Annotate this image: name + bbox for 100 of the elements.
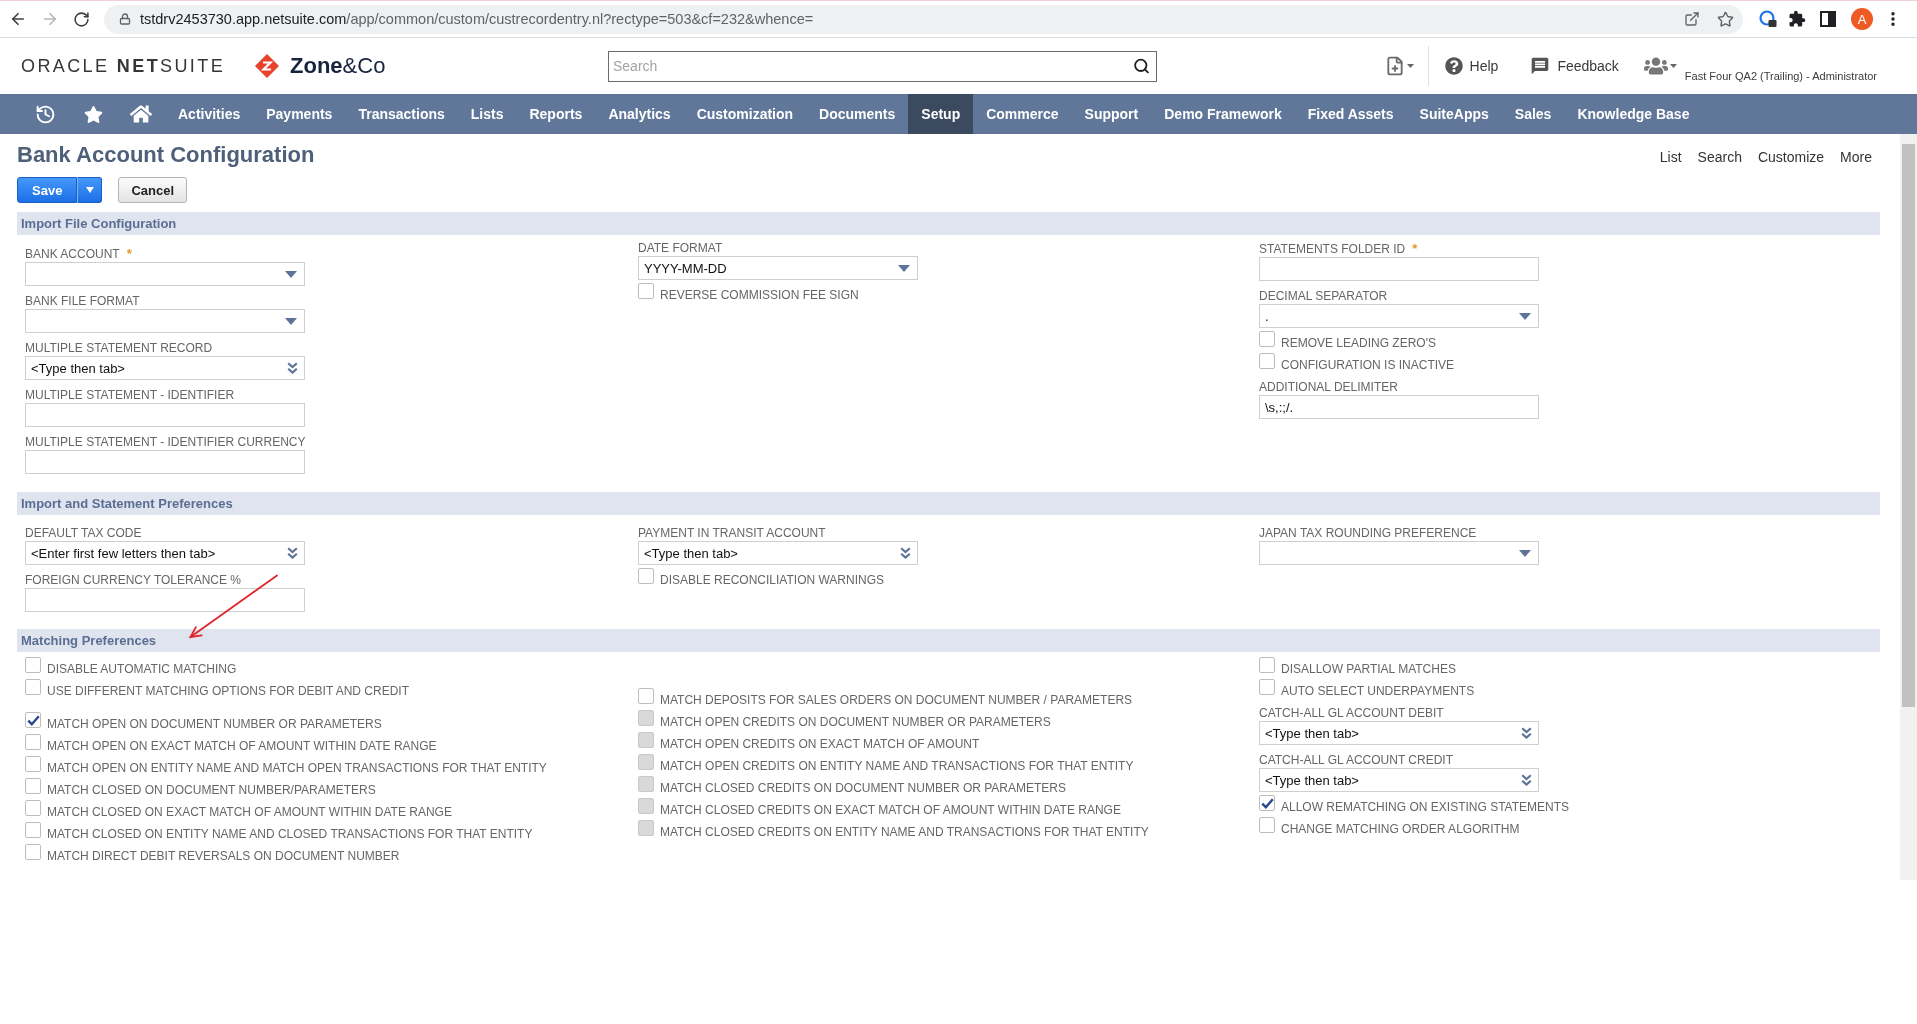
page-link[interactable]: Customize	[1757, 149, 1825, 165]
page-title: Bank Account Configuration	[17, 142, 315, 168]
caret-down-icon[interactable]	[1406, 64, 1414, 68]
nav-tab[interactable]: Reports	[516, 94, 596, 134]
checkbox[interactable]	[638, 568, 654, 584]
caret-down-icon	[898, 264, 910, 272]
nav-tab[interactable]: Customization	[683, 94, 807, 134]
help-icon	[1444, 57, 1463, 75]
page-link[interactable]: More	[1840, 149, 1872, 165]
star-icon[interactable]	[83, 104, 103, 124]
checkbox[interactable]	[1259, 817, 1275, 833]
checkbox[interactable]	[1259, 657, 1275, 673]
required-mark: *	[1412, 242, 1418, 256]
save-menu-button[interactable]	[77, 177, 103, 203]
checkbox[interactable]	[25, 657, 41, 673]
nav-tab[interactable]: Lists	[457, 94, 517, 134]
checkbox[interactable]	[25, 734, 41, 750]
address-bar[interactable]: tstdrv2453730.app.netsuite.com/app/common/custom/custrecordentry.nl?rectype=503&cf=232&whence=	[104, 4, 1743, 34]
check-icon	[1260, 797, 1274, 809]
checkbox[interactable]	[25, 712, 41, 728]
lookup-field[interactable]: <Type then tab>	[638, 541, 918, 565]
text-field[interactable]: \s,:;/.	[1259, 395, 1539, 419]
checkbox[interactable]	[1259, 795, 1275, 811]
checkbox-label: USE DIFFERENT MATCHING OPTIONS FOR DEBIT AND CREDIT	[47, 683, 410, 698]
field-label: FOREIGN CURRENCY TOLERANCE %	[25, 573, 242, 587]
page-link[interactable]: Search	[1697, 149, 1742, 165]
scrollbar-thumb[interactable]	[1902, 144, 1915, 707]
nav-tab[interactable]: Knowledge Base	[1564, 94, 1703, 134]
netsuite-logo: ORACLE NETSUITE	[21, 55, 226, 77]
text-field[interactable]	[25, 403, 305, 427]
text-field[interactable]	[1259, 257, 1539, 281]
nav-tab[interactable]: Demo Framework	[1151, 94, 1295, 134]
field-label: MULTIPLE STATEMENT RECORD	[25, 341, 213, 355]
text-field[interactable]	[25, 450, 305, 474]
reload-icon[interactable]	[73, 10, 90, 28]
search-field[interactable]: Search	[608, 50, 1157, 82]
nav-tab[interactable]: SuiteApps	[1406, 94, 1502, 134]
share-icon[interactable]	[1684, 11, 1700, 27]
field-label: DECIMAL SEPARATOR	[1259, 289, 1388, 303]
document-plus-icon[interactable]	[1384, 56, 1405, 76]
nav-tab[interactable]: Documents	[806, 94, 909, 134]
checkbox[interactable]	[25, 800, 41, 816]
lookup-field[interactable]: <Enter first few letters then tab>	[25, 541, 305, 565]
nav-tab[interactable]: Payments	[253, 94, 346, 134]
text-field[interactable]	[25, 588, 305, 612]
feedback-link[interactable]: Feedback	[1530, 56, 1619, 76]
help-link[interactable]: Help	[1444, 57, 1499, 75]
checkbox-label: MATCH CLOSED CREDITS ON DOCUMENT NUMBER OR PARAMETERS	[660, 780, 1067, 795]
dropdown-field[interactable]: YYYY-MM-DD	[638, 256, 918, 280]
back-icon[interactable]	[9, 10, 27, 28]
checkbox-label: MATCH CLOSED ON DOCUMENT NUMBER/PARAMETERS	[47, 782, 376, 797]
home-icon[interactable]	[130, 103, 152, 125]
checkbox[interactable]	[25, 679, 41, 695]
nav-tab[interactable]: Sales	[1501, 94, 1565, 134]
checkbox[interactable]	[25, 756, 41, 772]
lookup-field[interactable]: <Type then tab>	[1259, 721, 1539, 745]
nav-tab[interactable]: Transactions	[345, 94, 458, 134]
lookup-field[interactable]: <Type then tab>	[1259, 768, 1539, 792]
cancel-button[interactable]: Cancel	[118, 177, 187, 203]
page-link[interactable]: List	[1659, 149, 1682, 165]
extension-icon[interactable]	[1759, 10, 1777, 28]
checkbox[interactable]	[25, 822, 41, 838]
dropdown-field[interactable]	[25, 262, 305, 286]
section-header: Matching Preferences	[17, 629, 1880, 652]
caret-down-icon[interactable]	[1669, 64, 1677, 68]
side-panel-icon[interactable]	[1820, 11, 1836, 27]
puzzle-icon[interactable]	[1788, 10, 1806, 28]
nav-tab[interactable]: Analytics	[595, 94, 684, 134]
save-button[interactable]: Save	[17, 177, 78, 203]
double-chevron-icon	[287, 361, 298, 374]
nav-tab[interactable]: Activities	[165, 94, 254, 134]
checkbox-label: AUTO SELECT UNDERPAYMENTS	[1281, 683, 1475, 698]
field-label: BANK FILE FORMAT	[25, 294, 140, 308]
chat-bubble-icon	[1530, 56, 1551, 76]
checkbox-label: MATCH OPEN CREDITS ON EXACT MATCH OF AMOUNT	[660, 736, 980, 751]
checkbox-label: MATCH CLOSED ON ENTITY NAME AND CLOSED TRANSACTIONS FOR THAT ENTITY	[47, 826, 533, 841]
profile-avatar[interactable]: A	[1851, 8, 1873, 30]
checkbox[interactable]	[1259, 353, 1275, 369]
bookmark-star-icon[interactable]	[1717, 10, 1734, 28]
lookup-field[interactable]: <Type then tab>	[25, 356, 305, 380]
search-icon[interactable]	[1133, 57, 1150, 75]
checkbox[interactable]	[638, 283, 654, 299]
nav-tab[interactable]: Setup	[908, 94, 974, 134]
field-label: STATEMENTS FOLDER ID	[1259, 242, 1406, 256]
nav-tab[interactable]: Fixed Assets	[1294, 94, 1407, 134]
checkbox-label: DISABLE RECONCILIATION WARNINGS	[660, 572, 885, 587]
nav-tab[interactable]: Commerce	[973, 94, 1072, 134]
dropdown-field[interactable]	[1259, 541, 1539, 565]
checkbox[interactable]	[638, 688, 654, 704]
history-icon[interactable]	[34, 103, 56, 125]
checkbox[interactable]	[25, 778, 41, 794]
dropdown-field[interactable]	[25, 309, 305, 333]
caret-down-icon	[285, 317, 297, 325]
checkbox[interactable]	[1259, 331, 1275, 347]
checkbox-label: MATCH CLOSED ON EXACT MATCH OF AMOUNT WITHIN DATE RANGE	[47, 804, 452, 819]
section-header: Import File Configuration	[17, 212, 1880, 235]
checkbox[interactable]	[25, 844, 41, 860]
nav-tab[interactable]: Support	[1071, 94, 1152, 134]
checkbox[interactable]	[1259, 679, 1275, 695]
dropdown-field[interactable]: .	[1259, 304, 1539, 328]
